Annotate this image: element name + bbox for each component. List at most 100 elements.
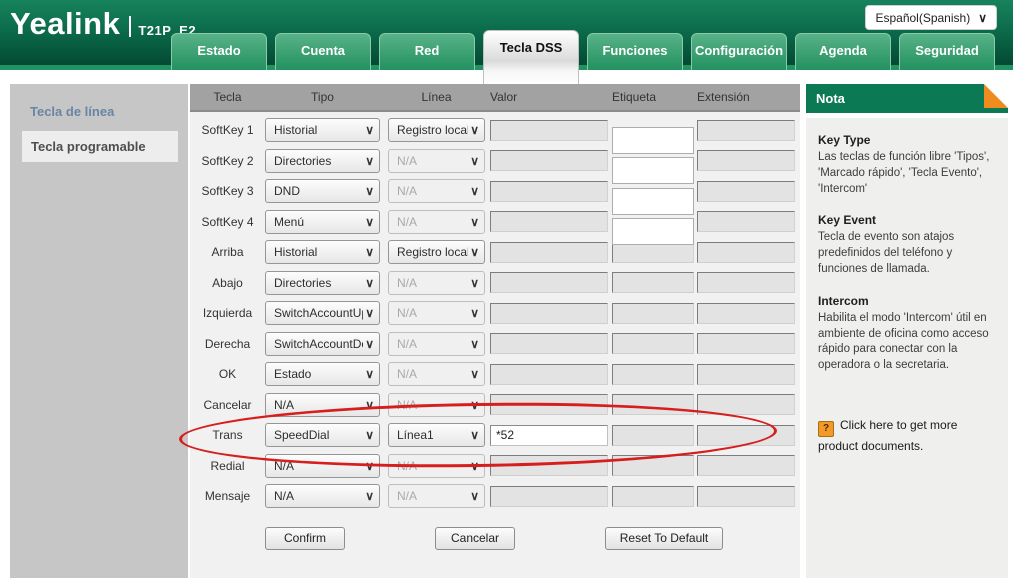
value-input [490,364,608,385]
extension-input [697,242,795,263]
tab-agenda[interactable]: Agenda [795,33,891,70]
value-input [490,486,608,507]
type-select[interactable]: Historial∨ [265,118,380,142]
type-select[interactable]: N/A∨ [265,393,380,417]
type-select-value: Menú [274,215,363,229]
chevron-down-icon: ∨ [470,368,479,380]
key-label: Abajo [190,276,265,290]
yealink-web-ui: Yealink T21P_E2 Español(Spanish) ∨ Estad… [0,0,1013,578]
label-input[interactable] [612,157,694,184]
type-select-value: SwitchAccountDown [274,337,363,351]
value-input [490,242,608,263]
tab-label: Funciones [602,43,667,70]
type-select[interactable]: Menú∨ [265,210,380,234]
note-section-intercom: IntercomHabilita el modo 'Intercom' útil… [818,293,996,374]
key-label: Arriba [190,245,265,259]
chevron-down-icon: ∨ [470,155,479,167]
chevron-down-icon: ∨ [470,338,479,350]
tab-cuenta[interactable]: Cuenta [275,33,371,70]
key-label: Izquierda [190,306,265,320]
type-select[interactable]: N/A∨ [265,484,380,508]
note-header: Nota [806,84,1008,113]
chevron-down-icon: ∨ [978,12,987,24]
line-select-value: N/A [397,489,468,503]
type-select[interactable]: SwitchAccountUp∨ [265,301,380,325]
label-input [612,272,694,293]
confirm-button[interactable]: Confirm [265,527,345,550]
language-select[interactable]: Español(Spanish) ∨ [865,5,997,30]
type-select-value: DND [274,184,363,198]
chevron-down-icon: ∨ [365,277,374,289]
tab-seguridad[interactable]: Seguridad [899,33,995,70]
line-select[interactable]: Registro local∨ [388,118,485,142]
tab-label: Cuenta [301,43,345,70]
chevron-down-icon: ∨ [470,277,479,289]
line-select-value: N/A [397,459,468,473]
help-link[interactable]: ?Click here to get more product document… [818,416,996,455]
line-select-value: N/A [397,306,468,320]
value-input [490,333,608,354]
label-input [612,303,694,324]
line-select[interactable]: Línea1∨ [388,423,485,447]
key-label: Mensaje [190,489,265,503]
table-row-redial: RedialN/A∨N/A∨ [190,451,800,482]
chevron-down-icon: ∨ [365,460,374,472]
extension-input [697,272,795,293]
line-select-value: N/A [397,367,468,381]
label-input [612,455,694,476]
chevron-down-icon: ∨ [365,155,374,167]
column-header-linea: Línea [388,90,485,104]
table-row-abajo: AbajoDirectories∨ N/A∨ [190,268,800,299]
extension-input [697,455,795,476]
type-select[interactable]: SwitchAccountDown∨ [265,332,380,356]
tab-label: Configuración [695,43,783,70]
value-input[interactable] [490,425,608,446]
label-input [612,425,694,446]
folded-corner-icon [984,84,1008,108]
type-select[interactable]: Estado∨ [265,362,380,386]
chevron-down-icon: ∨ [365,338,374,350]
type-select[interactable]: N/A∨ [265,454,380,478]
type-select-value: SwitchAccountUp [274,306,363,320]
table-row-arriba: ArribaHistorial∨ Registro local∨ [190,237,800,268]
tab-estado[interactable]: Estado [171,33,267,70]
line-select-value: Registro local [397,123,468,137]
line-select[interactable]: Registro local∨ [388,240,485,264]
question-icon[interactable]: ? [818,421,834,437]
chevron-down-icon: ∨ [365,307,374,319]
line-select: N/A∨ [388,271,485,295]
type-select[interactable]: SpeedDial∨ [265,423,380,447]
tab-configuracion[interactable]: Configuración [691,33,787,70]
label-input[interactable] [612,188,694,215]
reset-to-default-button[interactable]: Reset To Default [605,527,723,550]
label-input[interactable] [612,218,694,245]
type-select[interactable]: Directories∨ [265,271,380,295]
type-select-value: N/A [274,459,363,473]
tab-red[interactable]: Red [379,33,475,70]
type-select[interactable]: Directories∨ [265,149,380,173]
key-label: OK [190,367,265,381]
chevron-down-icon: ∨ [365,399,374,411]
sidebar-item-tecla-programable[interactable]: Tecla programable [22,131,178,162]
type-select[interactable]: DND∨ [265,179,380,203]
sidebar-item-tecla-de-linea[interactable]: Tecla de línea [10,96,188,127]
tab-label: Agenda [819,43,867,70]
type-select[interactable]: Historial∨ [265,240,380,264]
table-row-mensaje: MensajeN/A∨N/A∨ [190,481,800,512]
line-select-value: N/A [397,398,468,412]
note-section-text: Habilita el modo 'Intercom' útil en ambi… [818,311,996,374]
column-header-tecla: Tecla [190,90,265,104]
value-input [490,181,608,202]
key-label: Cancelar [190,398,265,412]
extension-input [697,333,795,354]
tab-funciones[interactable]: Funciones [587,33,683,70]
type-select-value: N/A [274,489,363,503]
line-select-value: N/A [397,215,468,229]
table-row-softkey-4: SoftKey 4Menú∨N/A∨ [190,207,800,238]
tab-tecla-dss[interactable]: Tecla DSS [483,30,579,84]
value-input [490,211,608,232]
chevron-down-icon: ∨ [470,429,479,441]
note-section-key-event: Key EventTecla de evento son atajos pred… [818,212,996,277]
label-input[interactable] [612,127,694,154]
cancel-button[interactable]: Cancelar [435,527,515,550]
